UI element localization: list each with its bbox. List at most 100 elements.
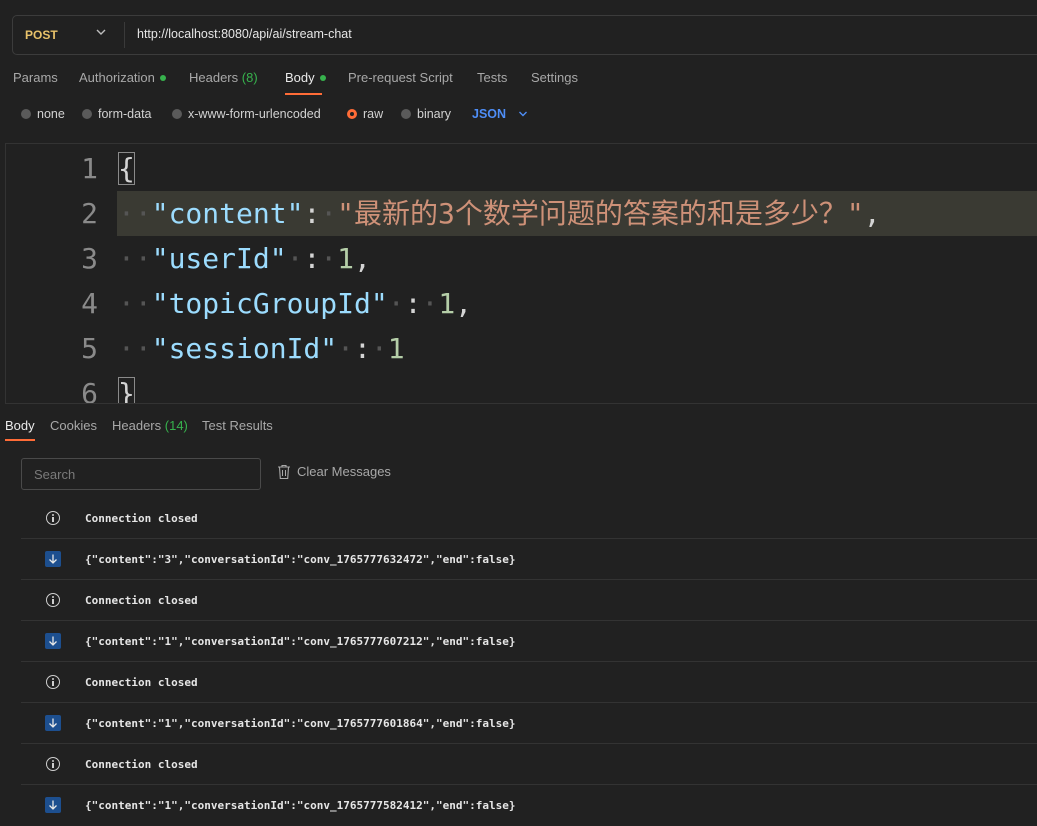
- message-text: {"content":"1","conversationId":"conv_17…: [85, 799, 516, 812]
- json-key: "content": [151, 197, 304, 230]
- format-select[interactable]: JSON: [472, 107, 506, 121]
- editor-line: 1 {: [6, 146, 1037, 191]
- editor-line: 5 ··"sessionId"·:·1: [6, 326, 1037, 371]
- trash-icon: [278, 464, 290, 479]
- radio-circle[interactable]: [172, 108, 182, 119]
- message-row[interactable]: Connection closed: [21, 580, 1037, 621]
- arrow-down-icon: [45, 797, 61, 813]
- radio-urlencoded-label: x-www-form-urlencoded: [188, 107, 321, 121]
- radio-binary[interactable]: binary: [401, 107, 451, 121]
- tab-headers[interactable]: Headers (8): [189, 70, 258, 85]
- json-string-value: "最新的3个数学问题的答案的和是多少？": [337, 197, 864, 230]
- message-search-input[interactable]: [21, 458, 261, 490]
- tab-headers-label: Headers: [189, 70, 239, 85]
- response-tab-cookies[interactable]: Cookies: [50, 418, 97, 433]
- message-row[interactable]: {"content":"1","conversationId":"conv_17…: [21, 703, 1037, 744]
- radio-binary-label: binary: [417, 107, 452, 121]
- message-text: {"content":"1","conversationId":"conv_17…: [85, 635, 516, 648]
- radio-circle-selected[interactable]: [347, 108, 357, 119]
- response-tab-headers[interactable]: Headers (14): [112, 418, 188, 433]
- json-key: "userId": [151, 242, 287, 275]
- tab-authorization-label: Authorization: [79, 70, 155, 85]
- radio-raw[interactable]: raw: [347, 107, 383, 121]
- message-text: Connection closed: [85, 676, 198, 689]
- info-icon: [45, 756, 61, 772]
- radio-none-label: none: [37, 107, 65, 121]
- editor-line: 6 }: [6, 371, 1037, 404]
- url-divider: [124, 22, 125, 48]
- code-text: ··"userId"·:·1,: [118, 242, 371, 275]
- tab-settings[interactable]: Settings: [531, 70, 578, 85]
- info-icon: [45, 674, 61, 690]
- tab-tests[interactable]: Tests: [477, 70, 507, 85]
- json-number-value: 1: [438, 287, 456, 320]
- method-select[interactable]: POST: [25, 28, 58, 42]
- arrow-down-icon: [45, 715, 61, 731]
- active-response-tab-underline: [5, 439, 35, 441]
- clear-messages-button[interactable]: Clear Messages: [277, 464, 391, 481]
- brace: }: [118, 377, 135, 403]
- radio-raw-label: raw: [363, 107, 384, 121]
- tab-authorization[interactable]: Authorization: [79, 70, 166, 85]
- tab-prerequest-label: Pre-request Script: [348, 70, 453, 85]
- arrow-down-icon: [45, 551, 61, 567]
- chevron-down-icon[interactable]: [95, 26, 107, 38]
- status-dot: [319, 74, 326, 81]
- url-input[interactable]: http://localhost:8080/api/ai/stream-chat: [137, 27, 352, 41]
- line-number: 4: [81, 287, 98, 320]
- response-tab-body[interactable]: Body: [5, 418, 35, 433]
- code-text: ··"topicGroupId"·:·1,: [118, 287, 473, 320]
- message-text: Connection closed: [85, 594, 198, 607]
- brace: {: [118, 152, 135, 185]
- radio-form-data-label: form-data: [98, 107, 152, 121]
- chevron-down-icon[interactable]: [518, 109, 528, 119]
- editor-line: 3 ··"userId"·:·1,: [6, 236, 1037, 281]
- line-number: 5: [81, 332, 98, 365]
- message-row[interactable]: {"content":"3","conversationId":"conv_17…: [21, 539, 1037, 580]
- response-tab-test-results[interactable]: Test Results: [202, 418, 273, 433]
- tab-params-label: Params: [13, 70, 58, 85]
- status-dot: [159, 74, 166, 81]
- line-number: 6: [81, 377, 98, 404]
- json-key: "sessionId": [151, 332, 338, 365]
- radio-circle[interactable]: [21, 108, 31, 119]
- json-key: "topicGroupId": [151, 287, 388, 320]
- editor-line: 4 ··"topicGroupId"·:·1,: [6, 281, 1037, 326]
- tab-params[interactable]: Params: [13, 70, 58, 85]
- message-row[interactable]: Connection closed: [21, 498, 1037, 539]
- clear-messages-label: Clear Messages: [297, 464, 391, 479]
- tab-settings-label: Settings: [531, 70, 578, 85]
- line-number: 2: [81, 197, 98, 230]
- line-number: 1: [81, 152, 98, 185]
- tab-body[interactable]: Body: [285, 70, 326, 85]
- radio-urlencoded[interactable]: x-www-form-urlencoded: [172, 107, 321, 121]
- radio-form-data[interactable]: form-data: [82, 107, 152, 121]
- message-text: Connection closed: [85, 512, 198, 525]
- editor-line-highlighted: 2 ··"content":·"最新的3个数学问题的答案的和是多少？",: [6, 191, 1037, 236]
- radio-none[interactable]: none: [21, 107, 65, 121]
- active-tab-underline: [285, 93, 322, 95]
- json-number-value: 1: [387, 332, 405, 365]
- line-number: 3: [81, 242, 98, 275]
- tab-prerequest-script[interactable]: Pre-request Script: [348, 70, 453, 85]
- message-row[interactable]: {"content":"1","conversationId":"conv_17…: [21, 621, 1037, 662]
- radio-circle[interactable]: [82, 108, 92, 119]
- arrow-down-icon: [45, 633, 61, 649]
- message-text: Connection closed: [85, 758, 198, 771]
- tab-body-label: Body: [285, 70, 315, 85]
- response-tab-headers-label: Headers: [112, 418, 162, 433]
- message-text: {"content":"1","conversationId":"conv_17…: [85, 717, 516, 730]
- request-url-bar: POST http://localhost:8080/api/ai/stream…: [12, 15, 1037, 55]
- message-text: {"content":"3","conversationId":"conv_17…: [85, 553, 516, 566]
- body-editor[interactable]: 1 { 2 ··"content":·"最新的3个数学问题的答案的和是多少？",…: [5, 143, 1037, 404]
- message-row[interactable]: Connection closed: [21, 744, 1037, 785]
- radio-circle[interactable]: [401, 108, 411, 119]
- message-row[interactable]: {"content":"1","conversationId":"conv_17…: [21, 785, 1037, 826]
- json-number-value: 1: [337, 242, 355, 275]
- headers-count: (8): [241, 70, 258, 85]
- code-text: ··"content":·"最新的3个数学问题的答案的和是多少？",: [118, 197, 881, 230]
- response-headers-count: (14): [164, 418, 188, 433]
- message-row[interactable]: Connection closed: [21, 662, 1037, 703]
- info-icon: [45, 592, 61, 608]
- code-text: }: [118, 371, 135, 403]
